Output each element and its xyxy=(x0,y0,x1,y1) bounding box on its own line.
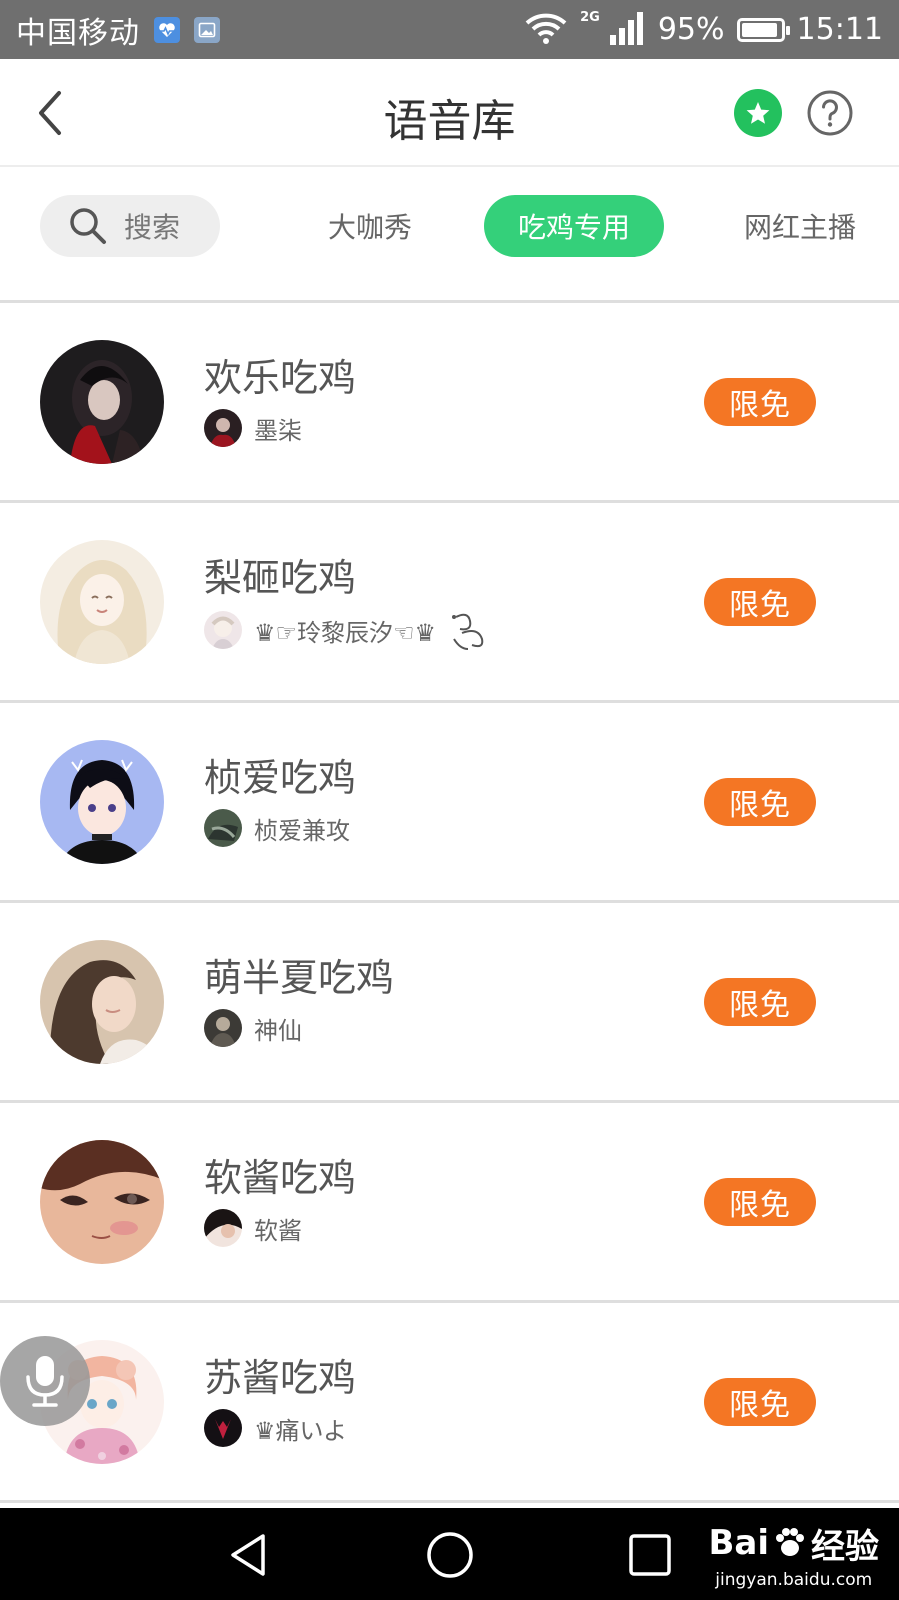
status-bar: 中国移动 2G 95% 15:11 xyxy=(0,0,899,59)
battery-icon xyxy=(736,17,790,42)
free-badge: 限免 xyxy=(704,978,816,1026)
status-left: 中国移动 xyxy=(16,8,220,52)
gallery-icon xyxy=(194,16,220,43)
tab-chiji[interactable]: 吃鸡专用 xyxy=(484,195,664,257)
carrier-name: 中国移动 xyxy=(16,15,140,51)
header: 语音库 xyxy=(0,59,899,167)
search-label: 搜索 xyxy=(124,211,181,244)
voice-title: 萌半夏吃鸡 xyxy=(204,956,395,1000)
free-badge: 限免 xyxy=(704,778,816,826)
author-name: 桢爱兼攻 xyxy=(254,816,350,845)
voice-title: 苏酱吃鸡 xyxy=(204,1356,357,1400)
network-type: 2G xyxy=(580,10,600,25)
question-icon xyxy=(807,90,853,136)
voice-list: 欢乐吃鸡 墨柒 限免 梨砸吃鸡 ♛☞玲黎辰汐☜♛ 限免 桢爱吃鸡 桢爱兼攻 限免… xyxy=(0,303,899,1503)
list-item[interactable]: 桢爱吃鸡 桢爱兼攻 限免 xyxy=(0,703,899,903)
author-avatar xyxy=(204,1209,242,1247)
health-icon xyxy=(154,16,180,43)
author-row: ♛☞玲黎辰汐☜♛ xyxy=(204,609,488,651)
list-item[interactable]: 梨砸吃鸡 ♛☞玲黎辰汐☜♛ 限免 xyxy=(0,503,899,703)
author-row: 神仙 xyxy=(204,1009,302,1047)
watermark-brand: Bai 经验 xyxy=(708,1519,879,1568)
star-icon xyxy=(746,102,770,124)
search-button[interactable]: 搜索 xyxy=(40,195,220,257)
author-row: 软酱 xyxy=(204,1209,302,1247)
voice-title: 梨砸吃鸡 xyxy=(204,556,357,600)
help-button[interactable] xyxy=(806,89,854,137)
list-item[interactable]: 软酱吃鸡 软酱 限免 xyxy=(0,1103,899,1303)
status-right: 2G 95% 15:11 xyxy=(524,10,883,49)
paw-icon xyxy=(776,1528,804,1556)
favorites-button[interactable] xyxy=(734,89,782,137)
tab-wanghong[interactable]: 网红主播 xyxy=(720,195,880,257)
author-name: ♛痛いよ xyxy=(254,1416,348,1445)
voice-avatar xyxy=(40,340,164,464)
author-row: ♛痛いよ xyxy=(204,1409,347,1447)
category-tabs: 搜索 大咖秀 吃鸡专用 网红主播 xyxy=(0,167,899,303)
watermark-brand-text: Bai xyxy=(708,1523,769,1563)
voice-avatar xyxy=(40,740,164,864)
voice-avatar xyxy=(40,940,164,1064)
list-item[interactable]: 萌半夏吃鸡 神仙 限免 xyxy=(0,903,899,1103)
voice-title: 桢爱吃鸡 xyxy=(204,756,357,800)
voice-title: 欢乐吃鸡 xyxy=(204,356,357,400)
flourish-icon xyxy=(452,613,484,650)
clock: 15:11 xyxy=(796,12,883,47)
battery-percent: 95% xyxy=(657,12,725,47)
watermark-url: jingyan.baidu.com xyxy=(715,1569,873,1590)
signal-icon xyxy=(608,11,646,49)
author-name: 神仙 xyxy=(254,1016,302,1045)
wifi-icon xyxy=(524,11,568,49)
nav-home-button[interactable] xyxy=(425,1530,475,1580)
author-avatar xyxy=(204,1409,242,1447)
watermark-brand-suffix: 经验 xyxy=(811,1526,879,1567)
tab-dakaxiu[interactable]: 大咖秀 xyxy=(300,195,440,257)
circle-home-icon xyxy=(427,1532,473,1578)
voice-avatar xyxy=(40,540,164,664)
free-badge: 限免 xyxy=(704,1378,816,1426)
author-avatar xyxy=(204,1009,242,1047)
voice-title: 软酱吃鸡 xyxy=(204,1156,357,1200)
voice-avatar xyxy=(40,1140,164,1264)
list-item[interactable]: 苏酱吃鸡 ♛痛いよ 限免 xyxy=(0,1303,899,1503)
nav-back-button[interactable] xyxy=(225,1530,275,1580)
nav-recent-button[interactable] xyxy=(625,1530,675,1580)
free-badge: 限免 xyxy=(704,1178,816,1226)
free-badge: 限免 xyxy=(704,378,816,426)
microphone-icon xyxy=(26,1356,64,1407)
battery-level-fill xyxy=(741,22,778,37)
voice-record-button[interactable] xyxy=(0,1336,90,1426)
author-avatar xyxy=(204,611,242,649)
screen: 中国移动 2G 95% 15:11 语音库 搜索 大咖秀 吃鸡专用 网红主播 欢… xyxy=(0,0,899,1600)
author-name: ♛☞玲黎辰汐☜♛ xyxy=(254,618,437,647)
watermark: Bai 经验 jingyan.baidu.com xyxy=(708,1508,879,1600)
list-item[interactable]: 欢乐吃鸡 墨柒 限免 xyxy=(0,303,899,503)
system-nav-bar: Bai 经验 jingyan.baidu.com xyxy=(0,1508,899,1600)
search-icon xyxy=(70,208,106,244)
triangle-back-icon xyxy=(231,1534,265,1576)
author-avatar xyxy=(204,409,242,447)
author-name: 墨柒 xyxy=(254,416,302,445)
author-avatar xyxy=(204,809,242,847)
free-badge: 限免 xyxy=(704,578,816,626)
square-recent-icon xyxy=(629,1534,671,1576)
author-row: 桢爱兼攻 xyxy=(204,809,350,847)
author-name: 软酱 xyxy=(254,1216,302,1245)
author-row: 墨柒 xyxy=(204,409,302,447)
